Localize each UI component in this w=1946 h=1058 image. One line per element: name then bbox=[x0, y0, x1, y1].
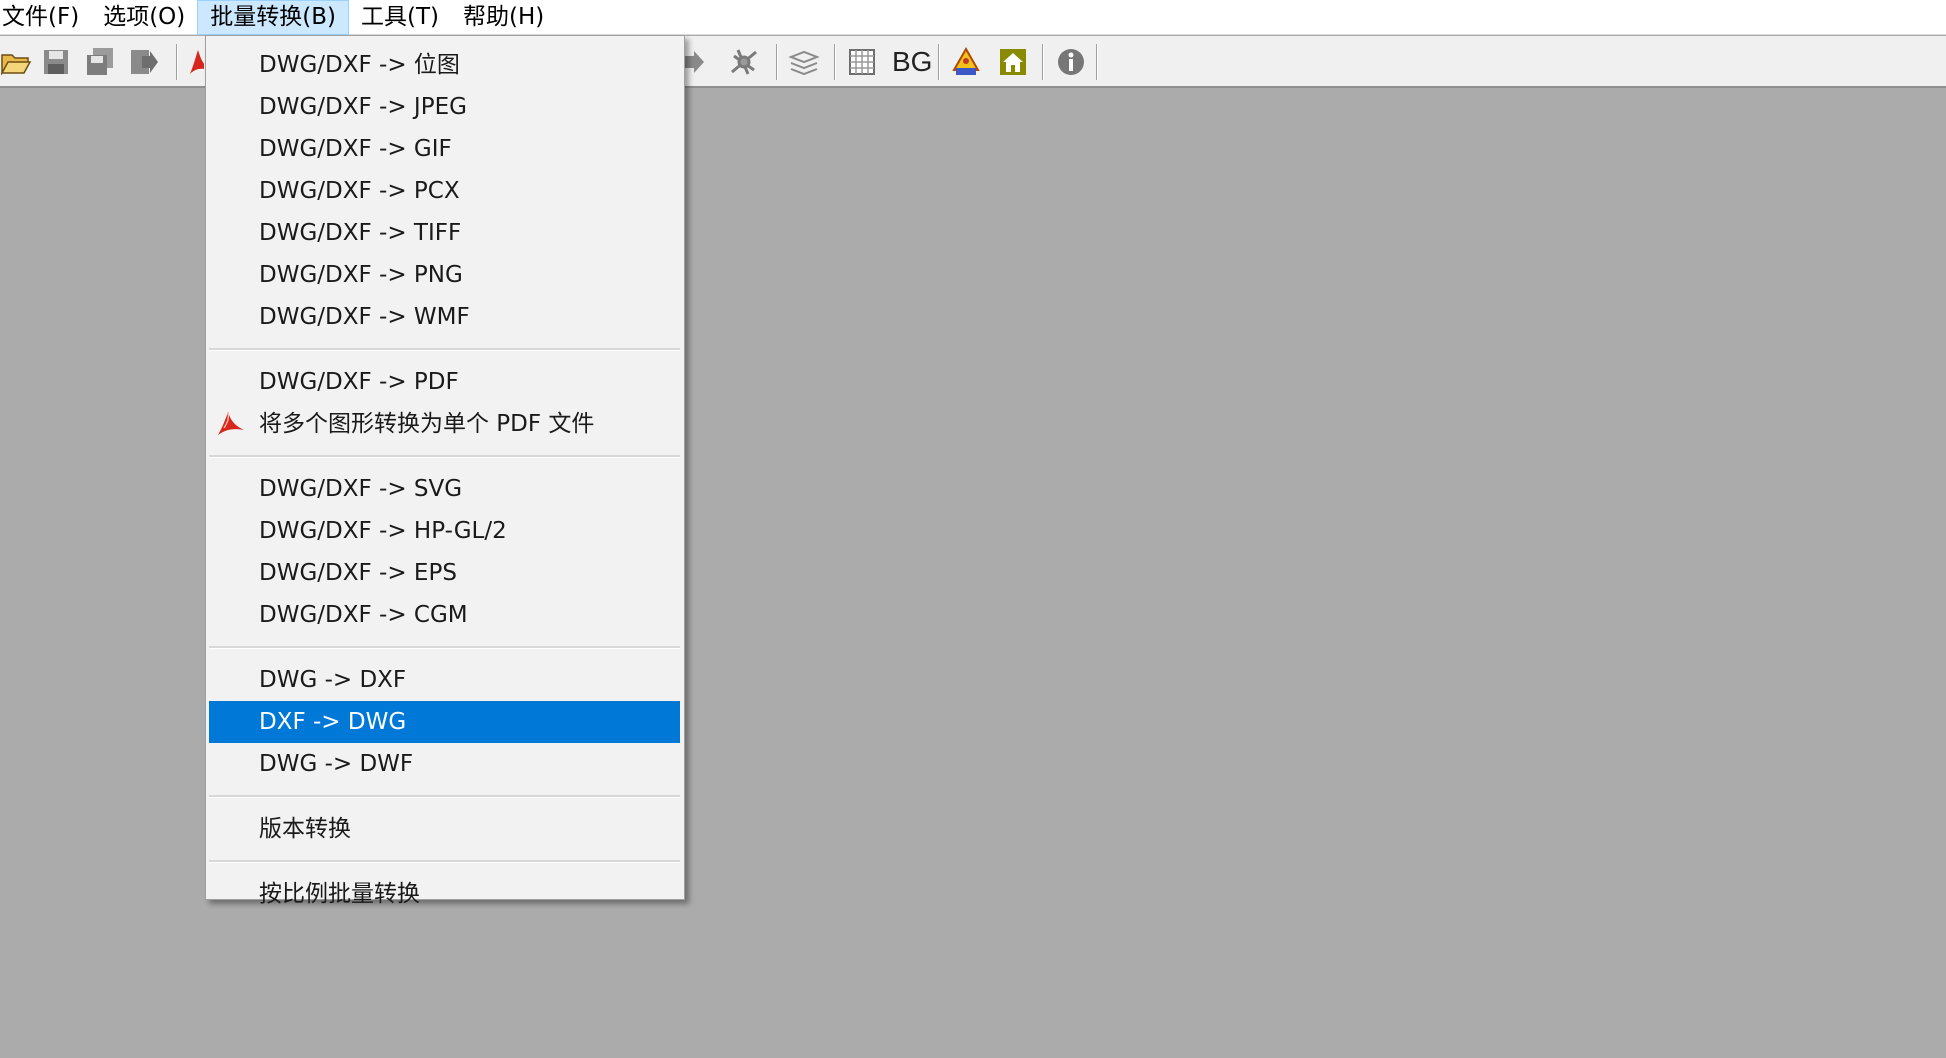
menu-item-to-jpeg[interactable]: DWG/DXF -> JPEG bbox=[209, 86, 680, 128]
help-book-icon[interactable] bbox=[950, 46, 982, 78]
menu-item-to-hpgl2[interactable]: DWG/DXF -> HP-GL/2 bbox=[209, 510, 680, 552]
pdf-tool-icon[interactable] bbox=[184, 46, 204, 78]
save-icon[interactable] bbox=[40, 46, 72, 78]
menu-item-dxf-to-dwg[interactable]: DXF -> DWG bbox=[209, 701, 680, 743]
batch-convert-menu: DWG/DXF -> 位图 DWG/DXF -> JPEG DWG/DXF ->… bbox=[205, 35, 685, 907]
menu-item-version-convert[interactable]: 版本转换 bbox=[209, 808, 680, 850]
menu-file[interactable]: 文件(F) bbox=[0, 0, 91, 35]
menu-item-to-png[interactable]: DWG/DXF -> PNG bbox=[209, 254, 680, 296]
menu-tools[interactable]: 工具(T) bbox=[349, 0, 451, 35]
menu-separator bbox=[209, 646, 680, 649]
menu-item-to-tiff[interactable]: DWG/DXF -> TIFF bbox=[209, 212, 680, 254]
menu-item-to-svg[interactable]: DWG/DXF -> SVG bbox=[209, 468, 680, 510]
menu-item-to-wmf[interactable]: DWG/DXF -> WMF bbox=[209, 296, 680, 338]
menu-item-to-pcx[interactable]: DWG/DXF -> PCX bbox=[209, 170, 680, 212]
grid-icon[interactable] bbox=[846, 46, 878, 78]
menu-item-merge-to-single-pdf[interactable]: 将多个图形转换为单个 PDF 文件 bbox=[209, 403, 680, 445]
export-icon[interactable] bbox=[128, 46, 160, 78]
menu-separator bbox=[209, 348, 680, 351]
menu-separator bbox=[209, 860, 680, 863]
menu-item-to-bitmap[interactable]: DWG/DXF -> 位图 bbox=[209, 44, 680, 86]
layers-icon[interactable] bbox=[788, 46, 820, 78]
menu-separator bbox=[209, 795, 680, 798]
open-folder-icon[interactable] bbox=[0, 46, 32, 78]
menu-options[interactable]: 选项(O) bbox=[91, 0, 197, 35]
menu-batch-convert[interactable]: 批量转换(B) bbox=[197, 0, 349, 35]
menu-item-dwg-to-dwf[interactable]: DWG -> DWF bbox=[209, 743, 680, 785]
menu-item-to-pdf[interactable]: DWG/DXF -> PDF bbox=[209, 361, 680, 403]
background-toggle[interactable]: BG bbox=[892, 42, 932, 82]
info-icon[interactable] bbox=[1055, 46, 1087, 78]
wireframe-icon[interactable] bbox=[728, 46, 760, 78]
menu-item-to-cgm[interactable]: DWG/DXF -> CGM bbox=[209, 594, 680, 636]
menu-help[interactable]: 帮助(H) bbox=[451, 0, 556, 35]
menu-item-to-eps[interactable]: DWG/DXF -> EPS bbox=[209, 552, 680, 594]
pdf-icon bbox=[215, 409, 247, 439]
menu-item-label: 将多个图形转换为单个 PDF 文件 bbox=[259, 411, 595, 437]
menu-item-to-gif[interactable]: DWG/DXF -> GIF bbox=[209, 128, 680, 170]
menu-item-scale-batch-convert[interactable]: 按比例批量转换 bbox=[209, 873, 680, 915]
home-icon[interactable] bbox=[997, 46, 1029, 78]
save-all-icon[interactable] bbox=[84, 46, 116, 78]
menu-item-dwg-to-dxf[interactable]: DWG -> DXF bbox=[209, 659, 680, 701]
menu-separator bbox=[209, 455, 680, 458]
menu-bar: 文件(F) 选项(O) 批量转换(B) 工具(T) 帮助(H) bbox=[0, 0, 1946, 35]
